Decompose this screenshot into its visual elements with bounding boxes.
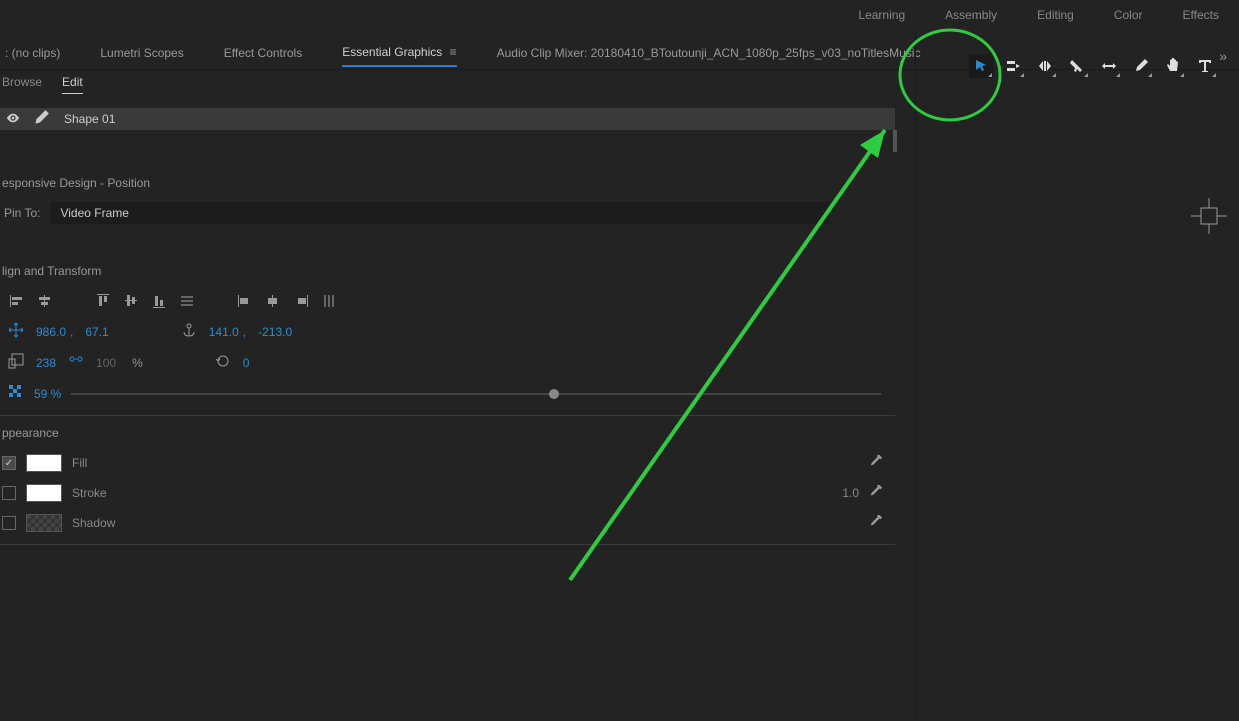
slider-thumb[interactable] <box>549 389 559 399</box>
slip-tool[interactable] <box>1097 54 1121 78</box>
rotation-icon <box>215 353 231 372</box>
tab-label: Essential Graphics <box>342 45 442 59</box>
stroke-width-value[interactable]: 1.0 <box>842 486 859 500</box>
tab-essential-graphics[interactable]: Essential Graphics ≡ <box>342 45 456 67</box>
align-left-2-icon[interactable] <box>236 292 254 310</box>
subtab-edit[interactable]: Edit <box>62 75 83 94</box>
divider <box>0 415 895 416</box>
tab-source[interactable]: : (no clips) <box>5 46 60 66</box>
stroke-checkbox[interactable] <box>2 486 16 500</box>
fill-label: Fill <box>72 456 87 470</box>
shadow-swatch[interactable] <box>26 514 62 532</box>
pin-diagram[interactable] <box>1191 198 1227 237</box>
align-right-icon[interactable] <box>292 292 310 310</box>
stroke-label: Stroke <box>72 486 107 500</box>
anchor-icon <box>181 322 197 341</box>
shadow-label: Shadow <box>72 516 115 530</box>
eyedropper-icon[interactable] <box>869 485 885 501</box>
panel-menu-icon[interactable]: ≡ <box>450 45 457 59</box>
workspace-editing[interactable]: Editing <box>1037 8 1074 22</box>
stroke-swatch[interactable] <box>26 484 62 502</box>
fill-swatch[interactable] <box>26 454 62 472</box>
responsive-design-header: esponsive Design - Position <box>0 170 895 198</box>
align-left-icon[interactable] <box>8 292 26 310</box>
align-bottom-icon[interactable] <box>150 292 168 310</box>
align-center-h-icon[interactable] <box>36 292 54 310</box>
workspace-learning[interactable]: Learning <box>858 8 905 22</box>
scrollbar-thumb[interactable] <box>893 130 897 152</box>
workspace-color[interactable]: Color <box>1114 8 1143 22</box>
scale-icon <box>8 353 24 372</box>
layer-name: Shape 01 <box>64 112 115 126</box>
link-icon[interactable] <box>68 353 84 372</box>
razor-tool[interactable] <box>1065 54 1089 78</box>
scale-value[interactable]: 238 <box>36 356 56 370</box>
tab-effect-controls[interactable]: Effect Controls <box>224 46 302 66</box>
workspace-effects[interactable]: Effects <box>1183 8 1219 22</box>
tab-lumetri-scopes[interactable]: Lumetri Scopes <box>100 46 183 66</box>
subtab-browse[interactable]: Browse <box>2 75 42 94</box>
position-y-value[interactable]: 67.1 <box>85 325 108 339</box>
comma: , <box>70 325 73 339</box>
fill-checkbox[interactable] <box>2 456 16 470</box>
align-middle-v-icon[interactable] <box>122 292 140 310</box>
scale-linked-value: 100 <box>96 356 116 370</box>
panel-divider[interactable] <box>915 30 916 720</box>
selection-tool[interactable] <box>969 54 993 78</box>
opacity-icon <box>8 384 24 403</box>
align-transform-header: lign and Transform <box>0 258 895 286</box>
anchor-x-value[interactable]: 141.0 <box>209 325 239 339</box>
align-top-icon[interactable] <box>94 292 112 310</box>
ripple-edit-tool[interactable] <box>1033 54 1057 78</box>
position-icon <box>8 322 24 341</box>
align-center-2-icon[interactable] <box>264 292 282 310</box>
overflow-icon[interactable]: » <box>1219 48 1227 64</box>
distribute-v-icon[interactable] <box>178 292 196 310</box>
opacity-value[interactable]: 59 % <box>34 387 61 401</box>
rotation-value[interactable]: 0 <box>243 356 250 370</box>
scale-unit: % <box>132 356 143 370</box>
shadow-checkbox[interactable] <box>2 516 16 530</box>
pin-to-label: Pin To: <box>4 206 40 220</box>
position-x-value[interactable]: 986.0 <box>36 325 66 339</box>
type-tool[interactable] <box>1193 54 1217 78</box>
workspace-assembly[interactable]: Assembly <box>945 8 997 22</box>
pen-tool[interactable] <box>1129 54 1153 78</box>
track-select-tool[interactable] <box>1001 54 1025 78</box>
eyedropper-icon[interactable] <box>869 515 885 531</box>
opacity-slider[interactable] <box>71 393 881 395</box>
layer-row[interactable]: Shape 01 <box>0 108 895 130</box>
shape-pen-icon <box>32 109 50 130</box>
tab-audio-clip-mixer[interactable]: Audio Clip Mixer: 20180410_BToutounji_AC… <box>497 46 921 66</box>
eyedropper-icon[interactable] <box>869 455 885 471</box>
anchor-y-value[interactable]: -213.0 <box>258 325 292 339</box>
hand-tool[interactable] <box>1161 54 1185 78</box>
visibility-icon[interactable] <box>6 111 20 128</box>
pin-to-select[interactable]: Video Frame <box>50 202 830 224</box>
divider <box>0 544 895 545</box>
comma: , <box>243 325 246 339</box>
distribute-h-icon[interactable] <box>320 292 338 310</box>
appearance-header: ppearance <box>0 420 895 448</box>
